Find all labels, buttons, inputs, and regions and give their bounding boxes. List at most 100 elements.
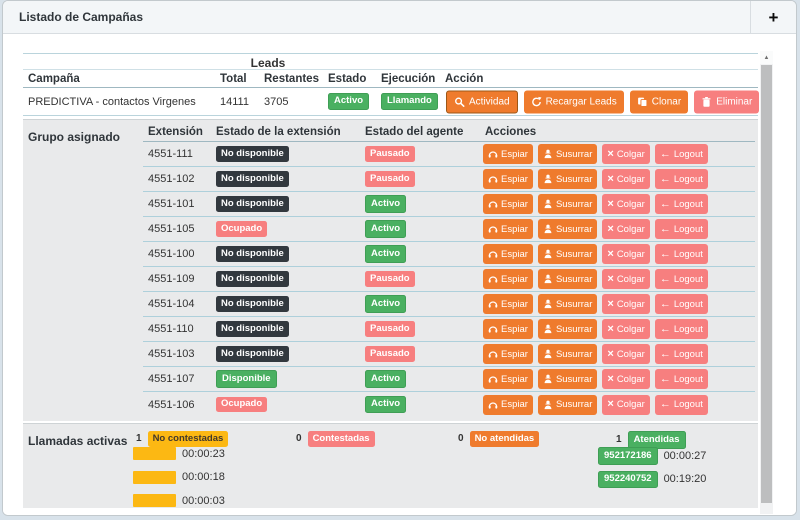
- susurrar-button[interactable]: Susurrar: [538, 219, 597, 239]
- colgar-button[interactable]: ×Colgar: [602, 219, 649, 239]
- button-label: Logout: [674, 274, 703, 285]
- headphones-icon: [488, 199, 498, 209]
- table-row: 4551-106OcupadoActivoEspiarSusurrar×Colg…: [143, 392, 755, 417]
- susurrar-button[interactable]: Susurrar: [538, 244, 597, 264]
- colgar-button[interactable]: × Colgar: [602, 269, 649, 289]
- headphones-icon: [488, 324, 498, 334]
- button-label: Susurrar: [556, 324, 592, 335]
- colgar-button[interactable]: ×Colgar: [602, 144, 649, 164]
- espiar-button[interactable]: Espiar: [483, 294, 533, 314]
- recargar-leads-button[interactable]: Recargar Leads: [524, 90, 624, 113]
- arrow-left-icon: ←: [660, 174, 671, 185]
- logout-button[interactable]: ←Logout: [655, 344, 708, 364]
- scrollbar-up-button[interactable]: ▲: [760, 51, 773, 64]
- logout-button[interactable]: ←Logout: [655, 369, 708, 389]
- colgar-button[interactable]: ×Colgar: [602, 369, 649, 389]
- button-label: Susurrar: [556, 374, 592, 385]
- colgar-button[interactable]: ×Colgar: [602, 395, 649, 415]
- button-label: Susurrar: [556, 249, 592, 260]
- button-label: Espiar: [501, 349, 528, 360]
- row-actions: Espiar Susurrar ×Colgar ←Logout: [483, 244, 708, 264]
- colgar-button[interactable]: ×Colgar: [602, 244, 649, 264]
- arrow-left-icon: ←: [660, 299, 671, 310]
- espiar-button[interactable]: Espiar: [483, 344, 533, 364]
- agent-status-badge: Pausado: [365, 346, 415, 362]
- group-table: Extensión Estado de la extensión Estado …: [143, 120, 755, 417]
- colgar-button[interactable]: ×Colgar: [602, 169, 649, 189]
- espiar-button[interactable]: Espiar: [483, 169, 533, 189]
- espiar-button[interactable]: Espiar: [483, 144, 533, 164]
- susurrar-button[interactable]: Susurrar: [538, 319, 597, 339]
- espiar-button[interactable]: Espiar: [483, 194, 533, 214]
- scrollbar[interactable]: ▲: [760, 51, 773, 514]
- agent-status-badge: Pausado: [365, 321, 415, 337]
- call-status-badge: Contestadas: [308, 431, 375, 447]
- logout-button[interactable]: ←Logout: [655, 194, 708, 214]
- susurrar-button[interactable]: Susurrar: [538, 369, 597, 389]
- espiar-button[interactable]: Espiar: [483, 269, 533, 289]
- call-timer: 00:00:18: [182, 471, 225, 483]
- button-label: Clonar: [652, 96, 681, 107]
- button-label: Susurrar: [556, 224, 592, 235]
- x-icon: ×: [607, 324, 613, 335]
- button-label: Colgar: [617, 174, 645, 185]
- espiar-button[interactable]: Espiar: [483, 395, 533, 415]
- actividad-button[interactable]: Actividad: [446, 90, 518, 113]
- susurrar-button[interactable]: Susurrar: [538, 395, 597, 415]
- button-label: Espiar: [501, 299, 528, 310]
- call-duration-bar: [133, 447, 176, 460]
- extension-status-badge: Ocupado: [216, 221, 267, 237]
- colgar-button[interactable]: ×Colgar: [602, 319, 649, 339]
- susurrar-button[interactable]: Susurrar: [538, 294, 597, 314]
- logout-button[interactable]: ←Logout: [655, 219, 708, 239]
- call-count: 1: [136, 433, 142, 444]
- extension-cell: 4551-102: [148, 173, 195, 185]
- table-row: 4551-109No disponiblePausadoEspiarSusurr…: [143, 267, 755, 292]
- susurrar-button[interactable]: Susurrar: [538, 194, 597, 214]
- logout-button[interactable]: ←Logout: [655, 144, 708, 164]
- logout-button[interactable]: ←Logout: [655, 269, 708, 289]
- susurrar-button[interactable]: Susurrar: [538, 169, 597, 189]
- group-table-header: Extensión Estado de la extensión Estado …: [143, 120, 755, 142]
- colgar-button[interactable]: ×Colgar: [602, 344, 649, 364]
- susurrar-button[interactable]: Susurrar: [538, 269, 597, 289]
- susurrar-button[interactable]: Susurrar: [538, 344, 597, 364]
- logout-button[interactable]: ←Logout: [655, 169, 708, 189]
- clone-icon: [637, 96, 648, 107]
- button-label: Colgar: [617, 274, 645, 285]
- eliminar-button[interactable]: Eliminar: [694, 90, 759, 113]
- clonar-button[interactable]: Clonar: [630, 90, 688, 113]
- logout-button[interactable]: ←Logout: [655, 319, 708, 339]
- column-header-estado-ext: Estado de la extensión: [216, 126, 341, 138]
- espiar-button[interactable]: Espiar: [483, 369, 533, 389]
- extension-cell: 4551-107: [148, 373, 195, 385]
- logout-button[interactable]: ←Logout: [655, 244, 708, 264]
- extension-status-badge: Ocupado: [216, 397, 267, 413]
- susurrar-button[interactable]: Susurrar: [538, 144, 597, 164]
- x-icon: ×: [607, 224, 613, 235]
- add-campaign-button[interactable]: +: [750, 1, 796, 33]
- agent-status-badge: Activo: [365, 396, 406, 414]
- espiar-button[interactable]: Espiar: [483, 219, 533, 239]
- scrollbar-thumb[interactable]: [761, 65, 772, 503]
- button-label: Eliminar: [716, 96, 752, 107]
- espiar-button[interactable]: Espiar: [483, 319, 533, 339]
- row-actions: EspiarSusurrar×Colgar ←Logout: [483, 169, 708, 189]
- extension-cell: 4551-105: [148, 223, 195, 235]
- button-label: Susurrar: [556, 299, 592, 310]
- agent-status-badge: Pausado: [365, 271, 415, 287]
- column-header-total: Total: [220, 73, 247, 85]
- leads-title-row: Leads: [23, 53, 758, 69]
- espiar-button[interactable]: Espiar: [483, 244, 533, 264]
- logout-button[interactable]: ←Logout: [655, 294, 708, 314]
- x-icon: ×: [607, 274, 613, 285]
- arrow-left-icon: ←: [660, 399, 671, 410]
- no-contestadas-summary: 1No contestadas: [136, 431, 228, 447]
- leads-remaining: 3705: [264, 96, 288, 108]
- colgar-button[interactable]: ×Colgar: [602, 294, 649, 314]
- colgar-button[interactable]: ×Colgar: [602, 194, 649, 214]
- estado-badge: Activo: [328, 93, 369, 111]
- column-header-extension: Extensión: [148, 126, 203, 138]
- logout-button[interactable]: ←Logout: [655, 395, 708, 415]
- button-label: Colgar: [617, 199, 645, 210]
